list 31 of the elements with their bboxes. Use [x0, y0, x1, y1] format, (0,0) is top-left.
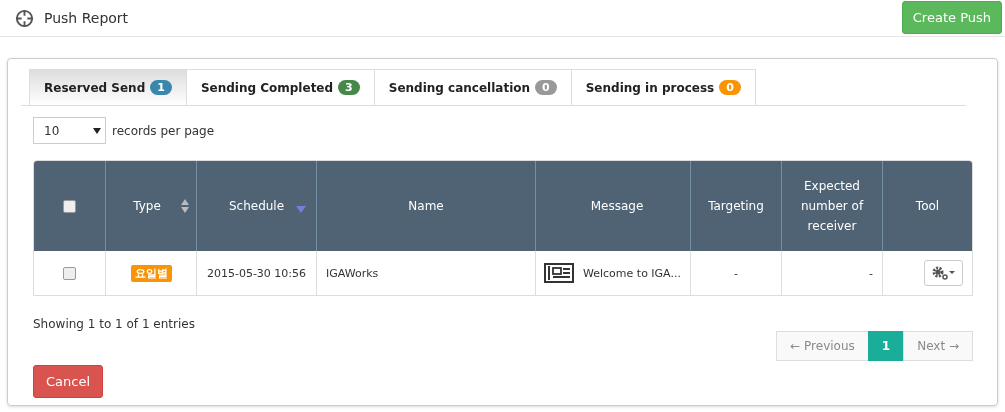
tab[interactable]: Sending in process 0 — [570, 69, 756, 105]
page-title: Push Report — [44, 10, 130, 26]
entries-info: Showing 1 to 1 of 1 entries — [33, 317, 195, 333]
page-size-select[interactable]: 10 — [33, 117, 106, 144]
count-badge: 3 — [338, 80, 360, 95]
header-cell: Message — [536, 161, 691, 251]
table-cell: - — [691, 251, 782, 295]
table-cell: 2015-05-30 10:56 — [197, 251, 317, 295]
header-cell: Targeting — [691, 161, 782, 251]
type-badge: 요일별 — [130, 264, 172, 282]
table-cell: IGAWorks — [317, 251, 536, 295]
header-cell[interactable]: Schedule — [197, 161, 317, 251]
gear-icon — [931, 266, 956, 280]
count-badge: 1 — [150, 80, 172, 95]
table-cell: - — [782, 251, 883, 295]
checkbox[interactable] — [63, 266, 76, 280]
header-cell: Name — [317, 161, 536, 251]
message-text: Welcome to IGA... — [583, 266, 681, 280]
checkbox[interactable] — [63, 199, 76, 213]
header-cell[interactable]: Type — [106, 161, 197, 251]
cancel-button[interactable]: Cancel — [33, 365, 104, 398]
settings-dropdown-button[interactable] — [924, 260, 963, 286]
caret-icon — [93, 127, 101, 134]
header-cell-text: Tool — [914, 198, 941, 215]
header-cell: Expected number of receiver — [782, 161, 883, 251]
count-badge: 0 — [719, 80, 741, 95]
crosshair-icon — [15, 8, 34, 28]
newspaper-icon — [544, 263, 574, 283]
page-size-label: records per page — [112, 123, 215, 138]
count-badge: 0 — [535, 80, 557, 95]
tab[interactable]: Reserved Send 1 — [29, 69, 187, 105]
